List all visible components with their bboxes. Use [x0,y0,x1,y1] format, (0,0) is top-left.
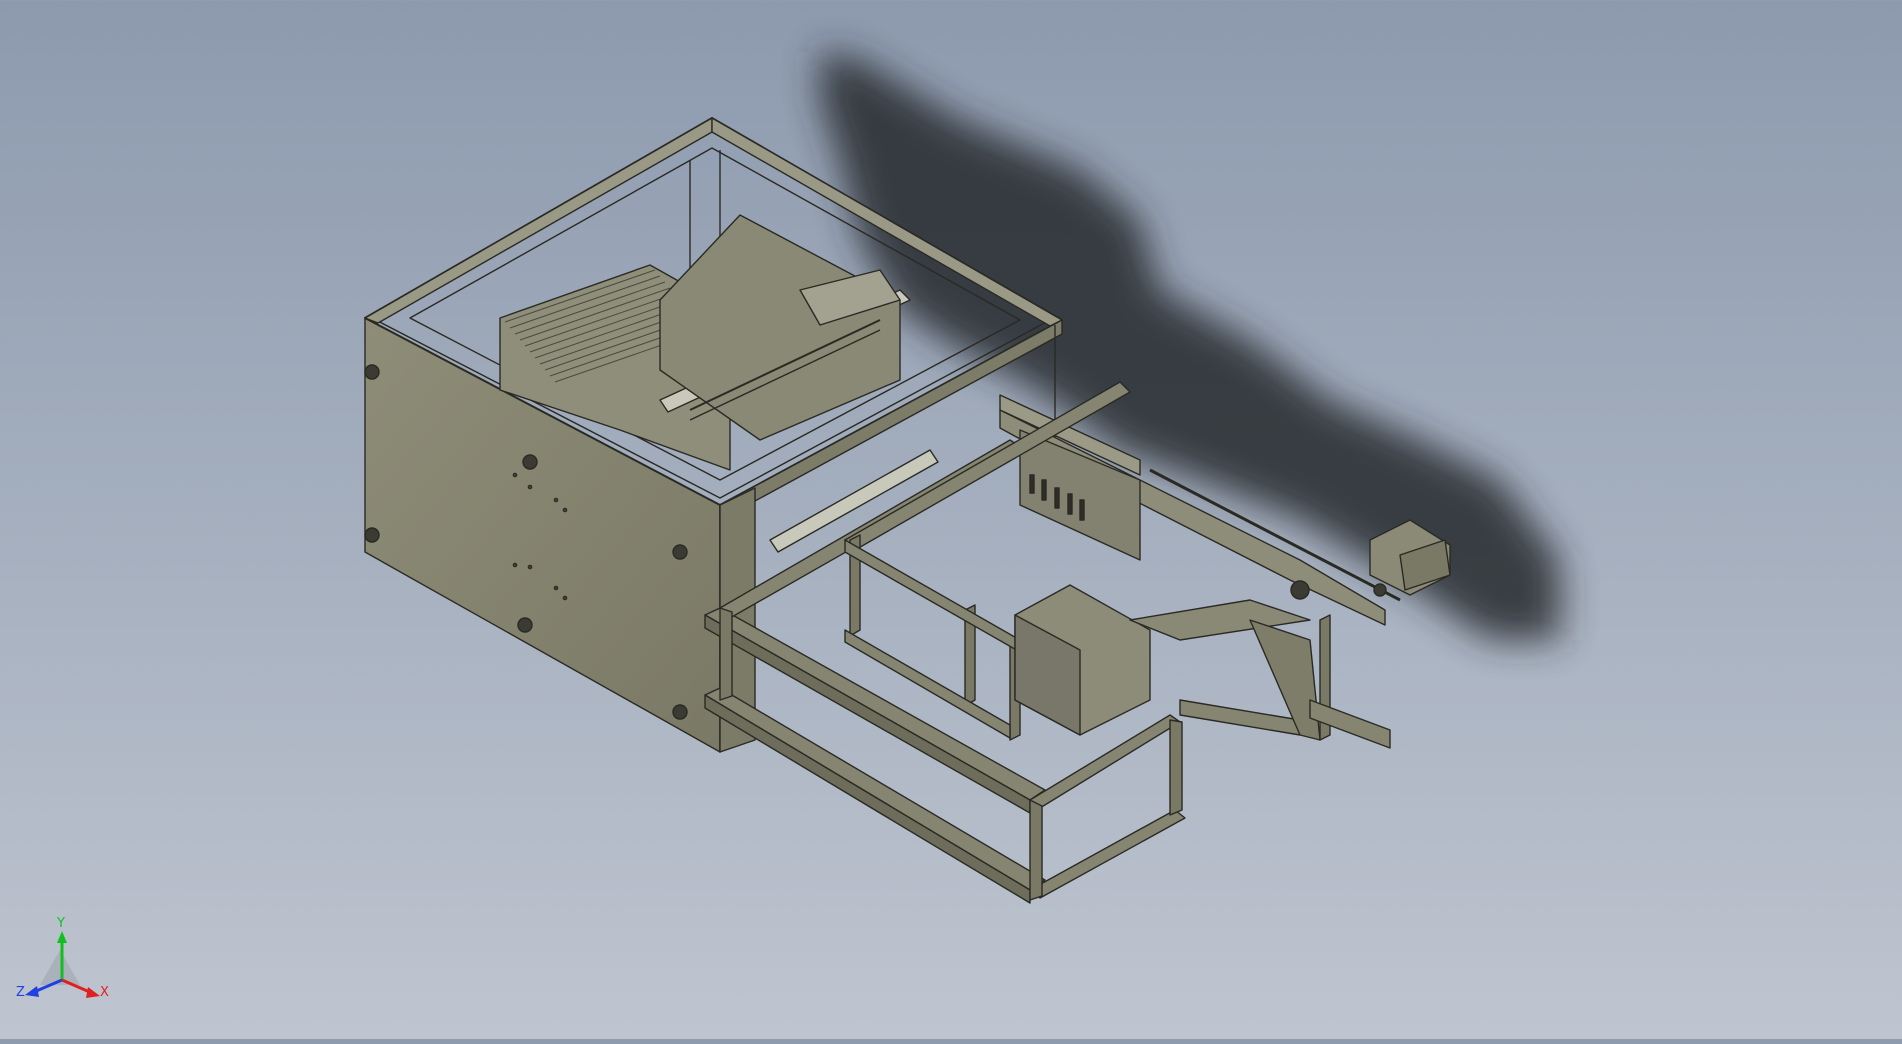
x-axis-label: X [100,985,109,1000]
x-arrow-icon [86,987,100,998]
z-axis-label: Z [16,985,25,1000]
view-orientation-triad[interactable]: Y X Z [16,916,110,1005]
y-arrow-icon [57,931,67,943]
graphics-viewport[interactable]: Y X Z [0,0,1902,1039]
z-arrow-icon [25,986,39,997]
y-axis-label: Y [57,916,65,931]
